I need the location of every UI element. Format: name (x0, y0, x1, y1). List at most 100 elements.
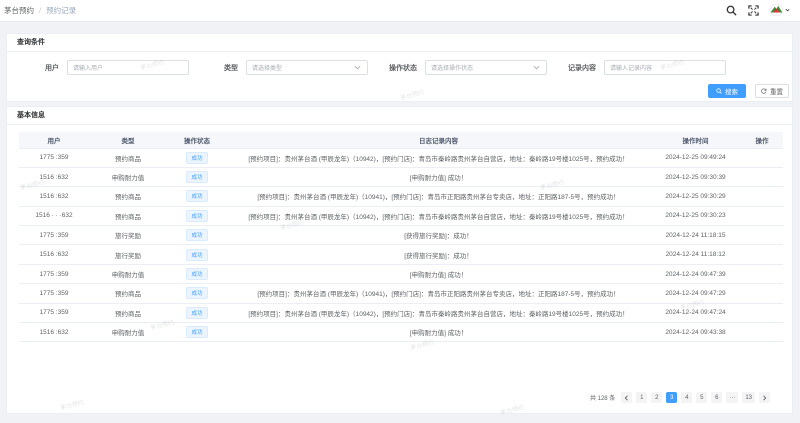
action-cell (741, 244, 783, 265)
user-cell: 1516 · · ·632 (19, 206, 89, 227)
chevron-down-icon (533, 64, 540, 73)
header-content[interactable]: 日志记录内容 (227, 132, 650, 149)
type-select[interactable]: 请选择类型 (246, 60, 368, 75)
content-cell: [申购耐力值] 成功！ (227, 167, 650, 188)
status-select-placeholder: 请选择操作状态 (431, 66, 474, 72)
reset-button[interactable]: 重置 (755, 84, 789, 98)
action-cell (741, 283, 783, 304)
action-cell (741, 303, 783, 324)
type-form-item: 类型 请选择类型 (224, 60, 368, 75)
table-row: 1516 :632 申购耐力值 成功 [申购耐力值] 成功！ 2024-12-24 09… (19, 322, 783, 343)
table-row: 1516 :632 预约商品 成功 [预约项目]：贵州茅台酒 (甲辰龙年)（10941… (19, 186, 783, 207)
next-page-button[interactable] (759, 392, 770, 403)
header-user[interactable]: 用户 (19, 132, 89, 149)
time-cell: 2024-12-24 11:18:12 (650, 244, 741, 265)
time-cell: 2024-12-24 09:43:38 (650, 322, 741, 343)
table-row: 1775 :359 预约商品 成功 [预约项目]：贵州茅台酒 (甲辰龙年)（10941… (19, 283, 783, 304)
user-cell: 1775 :359 (19, 303, 89, 324)
prev-page-button[interactable] (621, 392, 633, 403)
basic-info-card: 基本信息 用户 类型 操作状态 日志记录内容 操作时间 操作 1775 :359… (6, 106, 793, 414)
page-number-button[interactable]: 13 (742, 392, 755, 403)
page-number-button[interactable]: 2 (651, 392, 663, 403)
status-badge: 成功 (186, 326, 208, 339)
status-cell: 成功 (167, 303, 227, 324)
type-cell: 预约商品 (89, 303, 167, 324)
action-cell (741, 206, 783, 227)
table-row: 1775 :359 旅行奖励 成功 [获得旅行奖励]：成功！ 2024-12-24 11… (19, 225, 783, 246)
page-number-button[interactable]: 6 (711, 392, 723, 403)
time-cell: 2024-12-24 09:47:24 (650, 303, 741, 324)
user-cell: 1516 :632 (19, 186, 89, 207)
reset-button-label: 重置 (770, 89, 783, 96)
content-cell: [预约项目]：贵州茅台酒 (甲辰龙年)（10942)，[预约门店]：青岛市秦岭路… (227, 303, 650, 324)
status-badge: 成功 (186, 306, 208, 319)
user-cell: 1775 :359 (19, 148, 89, 168)
action-cell (741, 167, 783, 188)
page-number-button[interactable]: 1 (636, 392, 648, 403)
content-input-placeholder: 请输入记录内容 (610, 66, 653, 72)
records-table: 用户 类型 操作状态 日志记录内容 操作时间 操作 1775 :359 预约商品成… (19, 132, 783, 343)
user-cell: 1516 :632 (19, 244, 89, 265)
status-cell: 成功 (167, 264, 227, 285)
header-time[interactable]: 操作时间 (650, 132, 741, 149)
header-type[interactable]: 类型 (89, 132, 167, 149)
content-cell: [获得旅行奖励]：成功！ (227, 244, 650, 265)
breadcrumb-current: 预约记录 (46, 6, 77, 15)
page-number-button[interactable]: 3 (666, 392, 678, 403)
action-cell (741, 186, 783, 207)
content-input[interactable]: 请输入记录内容 (604, 60, 726, 75)
content-cell: [申购耐力值] 成功！ (227, 264, 650, 285)
status-badge: 成功 (186, 171, 208, 184)
time-cell: 2024-12-25 09:30:39 (650, 167, 741, 188)
search-button[interactable]: 搜索 (708, 84, 746, 98)
content-cell: [预约项目]：贵州茅台酒 (甲辰龙年)（10941)，[预约门店]：青岛市正阳路… (227, 186, 650, 207)
user-form-item: 用户 请输入用户 (45, 60, 189, 75)
pagination-total: 共 128 条 (589, 396, 616, 402)
user-cell: 1775 :359 (19, 225, 89, 246)
page-number-button[interactable]: 5 (696, 392, 708, 403)
table-row: 1775 :359 预约商品 成功 [预约项目]：贵州茅台酒 (甲辰龙年)（10942… (19, 148, 783, 168)
type-cell: 旅行奖励 (89, 225, 167, 246)
status-badge: 成功 (186, 248, 208, 261)
status-label: 操作状态 (389, 64, 417, 72)
status-form-item: 操作状态 请选择操作状态 (389, 60, 547, 75)
user-input[interactable]: 请输入用户 (67, 60, 189, 75)
header-status[interactable]: 操作状态 (167, 132, 227, 149)
chevron-left-icon (624, 394, 629, 401)
table-row: 1516 :632 旅行奖励 成功 [获得旅行奖励]：成功！ 2024-12-24 11… (19, 244, 783, 265)
type-cell: 申购耐力值 (89, 322, 167, 343)
breadcrumb-root[interactable]: 茅台预约 (4, 5, 34, 16)
status-cell: 成功 (167, 225, 227, 246)
status-badge: 成功 (186, 151, 208, 164)
table-row: 1775 :359 预约商品 成功 [预约项目]：贵州茅台酒 (甲辰龙年)（10942… (19, 303, 783, 324)
table-row: 1516 · · ·632 预约商品 成功 [预约项目]：贵州茅台酒 (甲辰龙年)（1… (19, 206, 783, 227)
type-cell: 预约商品 (89, 206, 167, 227)
status-cell: 成功 (167, 283, 227, 304)
content-cell: [预约项目]：贵州茅台酒 (甲辰龙年)（10942)，[预约门店]：青岛市秦岭路… (227, 206, 650, 227)
action-cell (741, 322, 783, 343)
search-button-label: 搜索 (725, 89, 738, 96)
user-cell: 1775 :359 (19, 264, 89, 285)
header-action[interactable]: 操作 (741, 132, 783, 149)
status-badge: 成功 (186, 229, 208, 242)
table-row: 1516 :632 申购耐力值 成功 [申购耐力值] 成功！ 2024-12-25 09… (19, 167, 783, 188)
time-cell: 2024-12-24 09:47:29 (650, 283, 741, 304)
content-cell: [申购耐力值] 成功！ (227, 322, 650, 343)
status-badge: 成功 (186, 287, 208, 300)
content-cell: [预约项目]：贵州茅台酒 (甲辰龙年)（10941)，[预约门店]：青岛市正阳路… (227, 283, 650, 304)
table-header-row: 用户 类型 操作状态 日志记录内容 操作时间 操作 (19, 132, 783, 149)
page-number-button[interactable]: 4 (681, 392, 693, 403)
basic-card-title: 基本信息 (7, 107, 792, 125)
status-cell: 成功 (167, 244, 227, 265)
status-cell: 成功 (167, 167, 227, 188)
user-cell: 1516 :632 (19, 322, 89, 343)
status-select[interactable]: 请选择操作状态 (425, 60, 547, 75)
search-icon[interactable] (724, 3, 738, 17)
type-label: 类型 (224, 64, 238, 72)
status-cell: 成功 (167, 322, 227, 343)
logo-icon[interactable] (768, 3, 790, 17)
pagination: 共 128 条 1 2 3 4 5 6 ··· 13 (590, 392, 770, 403)
status-badge: 成功 (186, 209, 208, 222)
page-ellipsis-button[interactable]: ··· (726, 392, 739, 403)
fullscreen-icon[interactable] (746, 3, 760, 17)
